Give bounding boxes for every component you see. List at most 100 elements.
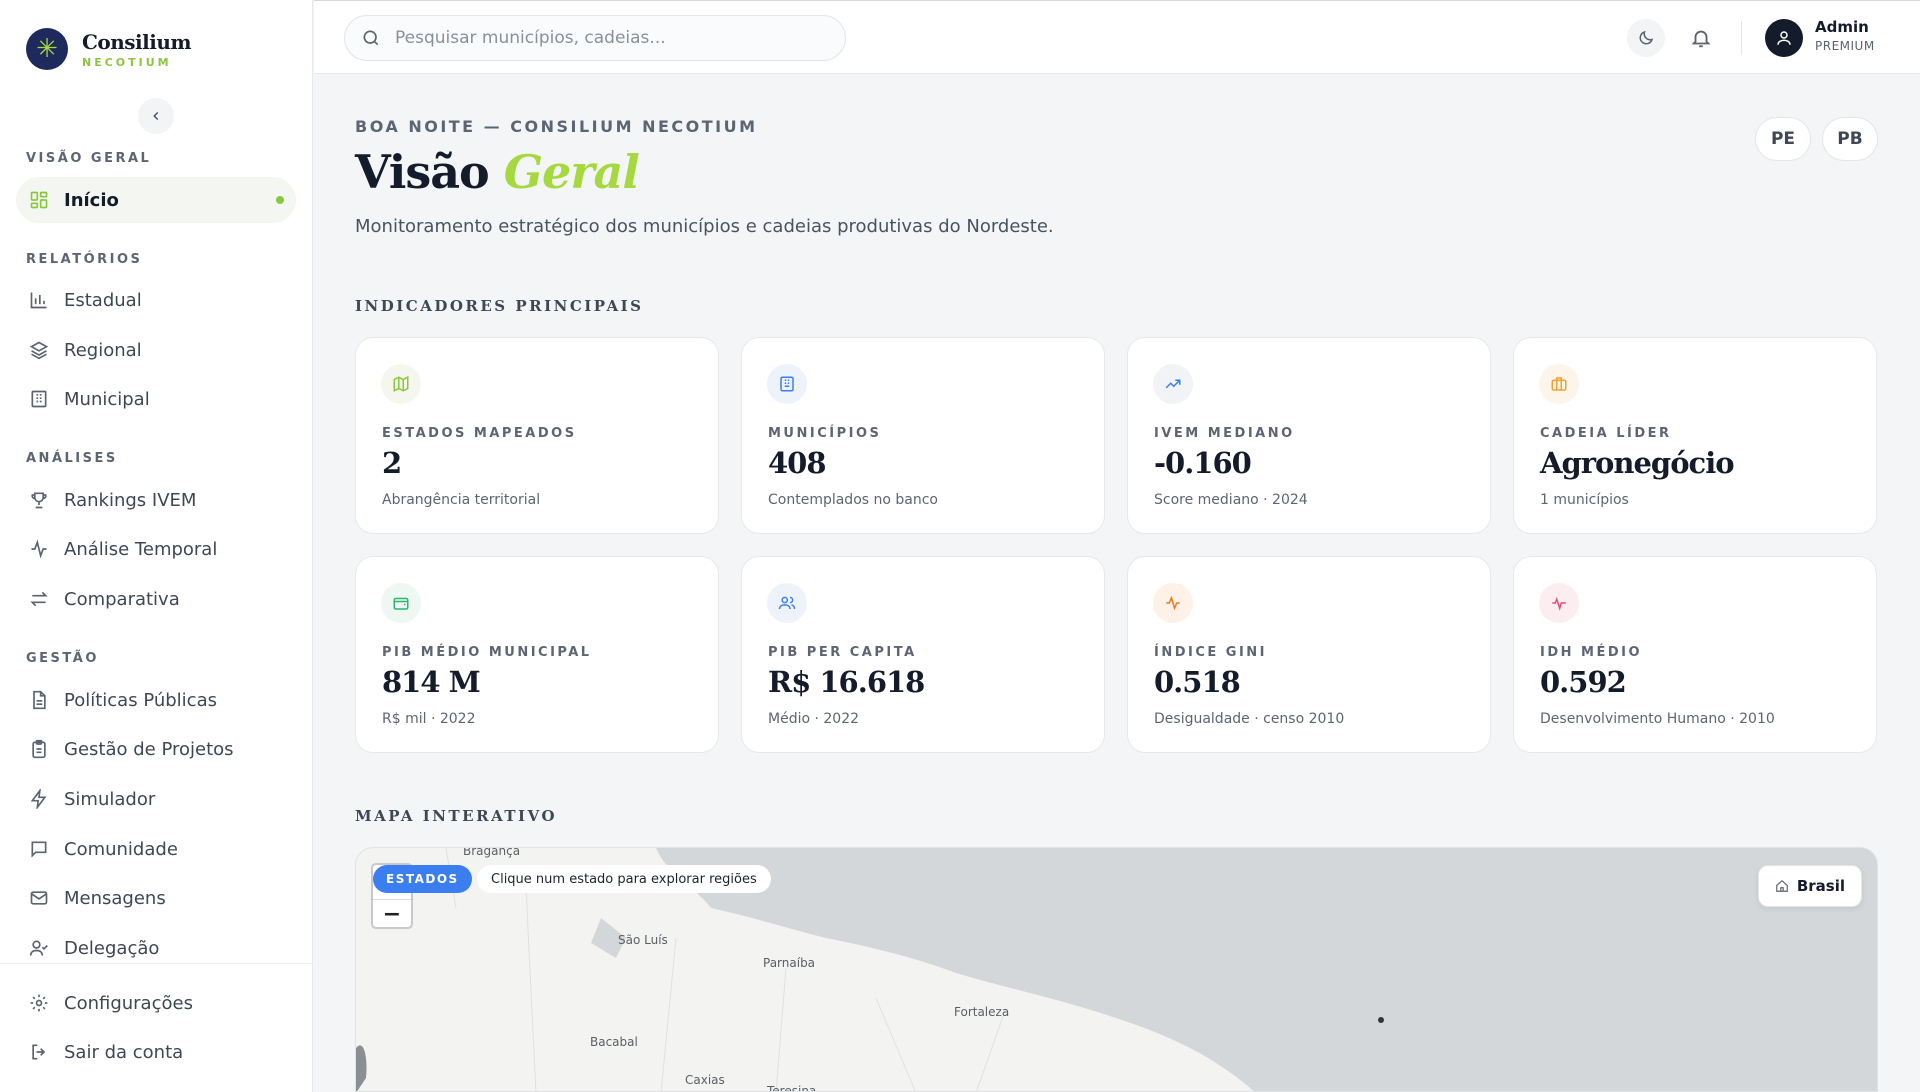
- sidebar-item-analise-temporal[interactable]: Análise Temporal: [16, 526, 296, 572]
- bar-chart-icon: [28, 289, 50, 311]
- notifications-button[interactable]: [1682, 19, 1720, 57]
- user-plan-badge: PREMIUM: [1815, 39, 1875, 53]
- chevron-left-icon: [153, 111, 159, 121]
- kpi-card-municipios[interactable]: MUNICÍPIOS 408 Contemplados no banco: [741, 337, 1105, 534]
- sidebar-item-label: Delegação: [64, 937, 160, 959]
- sidebar-item-estadual[interactable]: Estadual: [16, 277, 296, 323]
- kpi-card-gini[interactable]: ÍNDICE GINI 0.518 Desigualdade · censo 2…: [1127, 556, 1491, 753]
- kpi-label: ÍNDICE GINI: [1154, 645, 1268, 660]
- page-title-accent: Geral: [503, 145, 640, 199]
- search-icon: [363, 30, 379, 46]
- logout-icon: [28, 1041, 50, 1063]
- kpi-value: 0.518: [1154, 665, 1241, 699]
- sidebar-item-regional[interactable]: Regional: [16, 327, 296, 373]
- kpi-note: Médio · 2022: [768, 711, 860, 727]
- state-chip-pe[interactable]: PE: [1755, 117, 1811, 161]
- city-label-bacabal: Bacabal: [590, 1035, 638, 1049]
- kpi-card-pib-medio[interactable]: PIB MÉDIO MUNICIPAL 814 M R$ mil · 2022: [355, 556, 719, 753]
- city-label-sao-luis: São Luís: [618, 933, 668, 947]
- country-reset-label: Brasil: [1796, 877, 1845, 895]
- state-chip-pb[interactable]: PB: [1822, 117, 1878, 161]
- sidebar-item-label: Análise Temporal: [64, 538, 218, 560]
- collapse-sidebar-button[interactable]: [138, 98, 174, 134]
- kpi-note: 1 municípios: [1540, 492, 1629, 508]
- section-title-analises: ANÁLISES: [26, 451, 118, 466]
- sidebar-item-simulador[interactable]: Simulador: [16, 776, 296, 822]
- activity-icon: [28, 538, 50, 560]
- search-input[interactable]: [395, 28, 815, 48]
- asterisk-logo-icon: ✳: [26, 28, 68, 70]
- sidebar-item-label: Municipal: [64, 388, 150, 410]
- sidebar-item-comparativa[interactable]: Comparativa: [16, 576, 296, 622]
- brand-name: Consilium: [82, 29, 192, 54]
- pulse-icon: [1153, 583, 1193, 623]
- search-box[interactable]: [344, 15, 846, 61]
- brand-logo-block[interactable]: ✳ Consilium NECOTIUM: [26, 28, 192, 70]
- topbar-divider: [1741, 21, 1742, 55]
- gear-icon: [28, 992, 50, 1014]
- kpi-card-ivem[interactable]: IVEM MEDIANO -0.160 Score mediano · 2024: [1127, 337, 1491, 534]
- user-icon: [1777, 31, 1791, 45]
- kpi-label: PIB PER CAPITA: [768, 645, 917, 660]
- active-indicator-dot: [276, 196, 284, 204]
- sidebar-item-comunidade[interactable]: Comunidade: [16, 826, 296, 872]
- theme-toggle-button[interactable]: [1627, 19, 1665, 57]
- country-reset-button[interactable]: Brasil: [1757, 865, 1862, 907]
- sidebar-item-label: Estadual: [64, 289, 142, 311]
- kpi-label: ESTADOS MAPEADOS: [382, 426, 577, 441]
- kpi-label: PIB MÉDIO MUNICIPAL: [382, 645, 592, 660]
- kpi-card-estados[interactable]: ESTADOS MAPEADOS 2 Abrangência territori…: [355, 337, 719, 534]
- trophy-icon: [28, 489, 50, 511]
- zoom-out-button[interactable]: −: [373, 899, 411, 929]
- grid-icon: [28, 189, 50, 211]
- city-label-caxias: Caxias: [685, 1073, 725, 1087]
- document-icon: [28, 689, 50, 711]
- sidebar-item-label: Mensagens: [64, 887, 166, 909]
- sidebar-item-label: Gestão de Projetos: [64, 738, 234, 760]
- sidebar-item-label: Rankings IVEM: [64, 489, 197, 511]
- page-title-main: Visão: [355, 145, 490, 199]
- kpi-note: Desigualdade · censo 2010: [1154, 711, 1345, 727]
- sidebar-item-configuracoes[interactable]: Configurações: [16, 980, 296, 1026]
- bell-icon: [1691, 30, 1711, 48]
- map-section-title: MAPA INTERATIVO: [355, 807, 558, 825]
- kpi-value: 2: [382, 446, 402, 480]
- sidebar-item-gestao-projetos[interactable]: Gestão de Projetos: [16, 726, 296, 772]
- section-title-visao-geral: VISÃO GERAL: [26, 151, 152, 166]
- kpi-value: 0.592: [1540, 665, 1627, 699]
- section-title-relatorios: RELATÓRIOS: [26, 252, 143, 267]
- city-label-teresina: Teresina: [767, 1084, 817, 1092]
- sidebar-item-label: Políticas Públicas: [64, 689, 217, 711]
- wallet-icon: [381, 583, 421, 623]
- sidebar-item-inicio[interactable]: Início: [16, 177, 296, 223]
- sidebar-item-label: Início: [64, 189, 119, 211]
- sidebar-item-rankings-ivem[interactable]: Rankings IVEM: [16, 477, 296, 523]
- kpi-note: Desenvolvimento Humano · 2010: [1540, 711, 1775, 727]
- kpi-card-idh[interactable]: IDH MÉDIO 0.592 Desenvolvimento Humano ·…: [1513, 556, 1877, 753]
- home-icon: [1775, 879, 1788, 892]
- map-mode-badge[interactable]: ESTADOS: [373, 865, 472, 893]
- kpi-note: Score mediano · 2024: [1154, 492, 1308, 508]
- kpi-value: Agronegócio: [1540, 446, 1735, 480]
- heartbeat-icon: [1539, 583, 1579, 623]
- sidebar-item-delegacao[interactable]: Delegação: [16, 925, 296, 971]
- arrows-icon: [28, 588, 50, 610]
- chat-icon: [28, 838, 50, 860]
- sidebar-item-mensagens[interactable]: Mensagens: [16, 875, 296, 921]
- user-avatar[interactable]: [1765, 19, 1803, 57]
- kpi-card-cadeia-lider[interactable]: CADEIA LÍDER Agronegócio 1 municípios: [1513, 337, 1877, 534]
- clipboard-icon: [28, 738, 50, 760]
- sidebar-item-sair[interactable]: Sair da conta: [16, 1029, 296, 1075]
- kpi-value: R$ 16.618: [768, 665, 925, 699]
- city-label-braganca: Bragança: [463, 847, 521, 858]
- sidebar-item-label: Simulador: [64, 788, 156, 810]
- interactive-map[interactable]: Bragança São Luís Parnaíba Fortaleza Bac…: [355, 847, 1878, 1092]
- kpi-card-pib-per-capita[interactable]: PIB PER CAPITA R$ 16.618 Médio · 2022: [741, 556, 1105, 753]
- indicators-section-title: INDICADORES PRINCIPAIS: [355, 297, 644, 315]
- sidebar-item-label: Comparativa: [64, 588, 180, 610]
- map-icon: [381, 364, 421, 404]
- sidebar-item-municipal[interactable]: Municipal: [16, 376, 296, 422]
- sidebar-item-politicas-publicas[interactable]: Políticas Públicas: [16, 677, 296, 723]
- user-name[interactable]: Admin: [1815, 18, 1869, 36]
- greeting: BOA NOITE — CONSILIUM NECOTIUM: [355, 117, 758, 136]
